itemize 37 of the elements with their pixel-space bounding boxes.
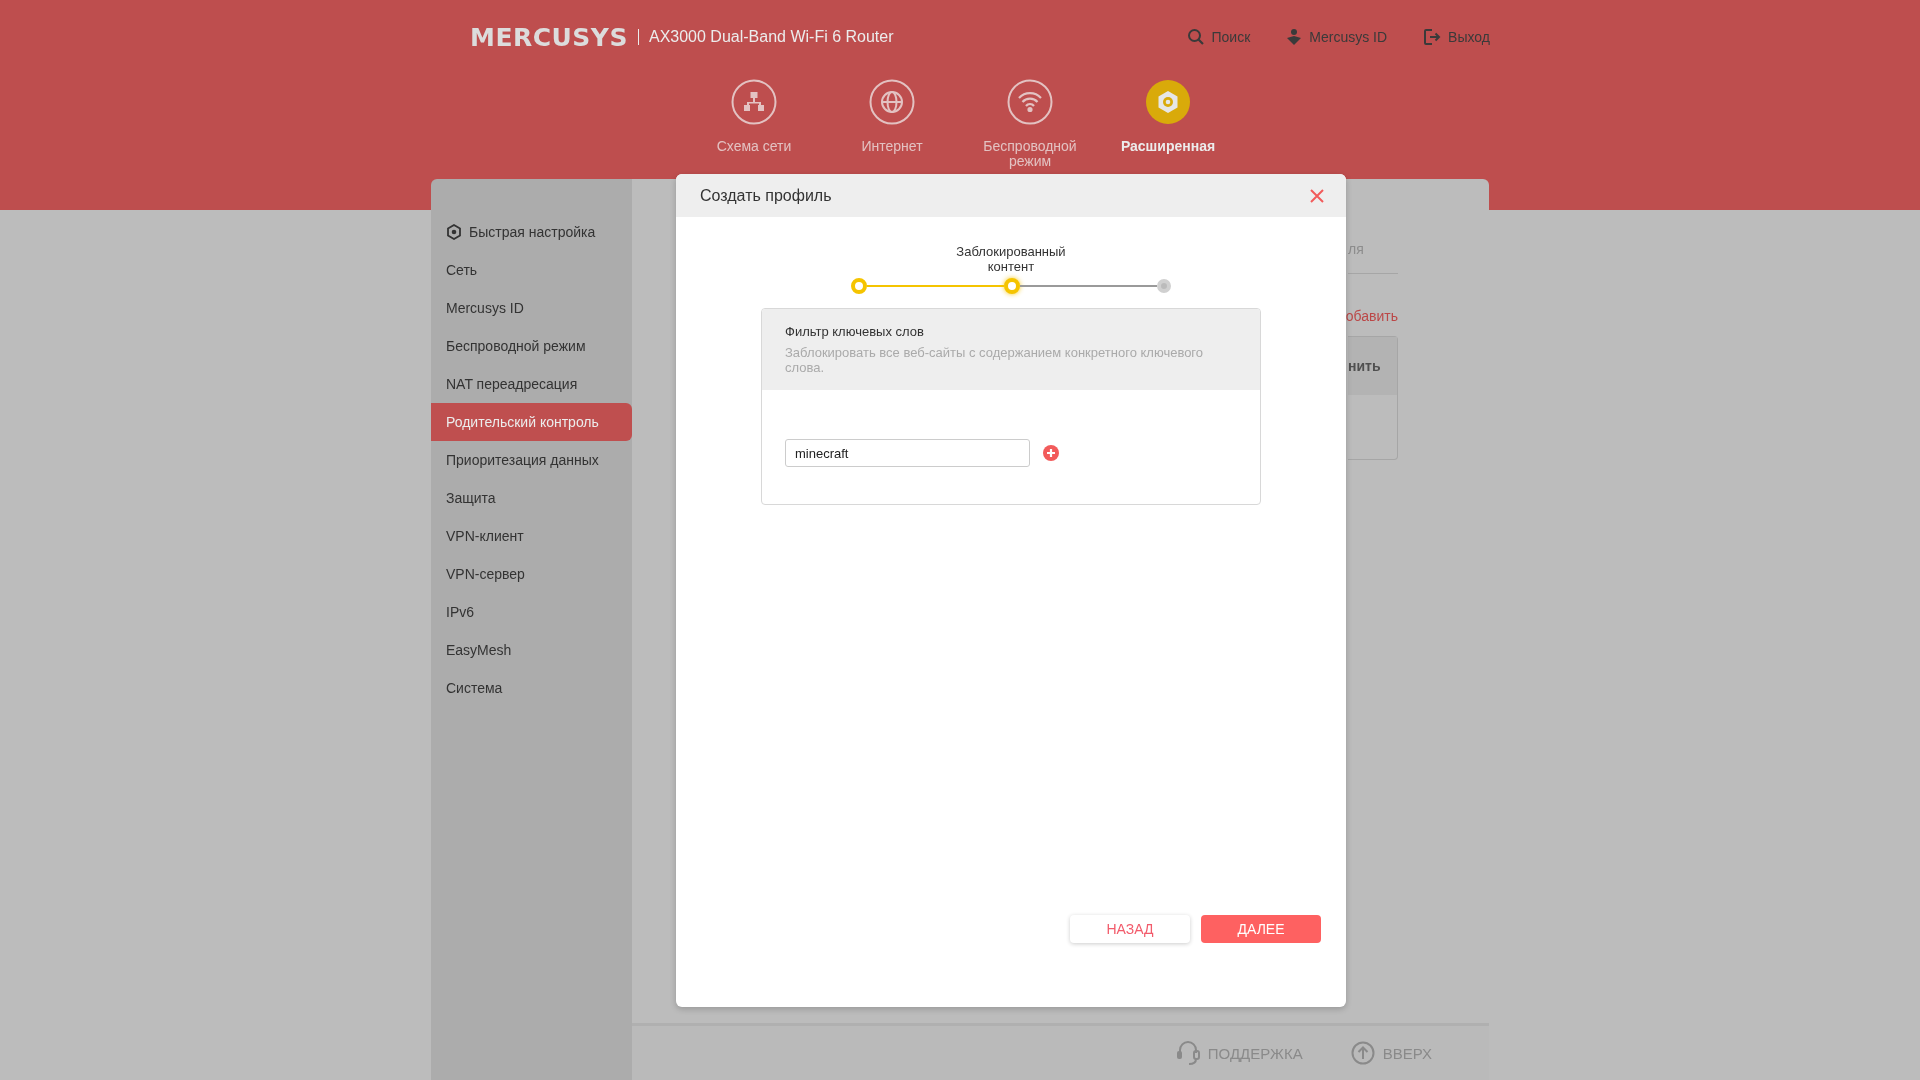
sidebar-item[interactable]: Быстрая настройка bbox=[431, 213, 632, 251]
gear-icon bbox=[1145, 79, 1191, 125]
sidebar-item[interactable]: NAT переадресация bbox=[431, 365, 632, 403]
dialog-button[interactable]: НАЗАД bbox=[1070, 915, 1190, 943]
sidebar-item[interactable]: VPN-сервер bbox=[431, 555, 632, 593]
sidebar-item[interactable]: Беспроводной режим bbox=[431, 327, 632, 365]
person-icon bbox=[1286, 28, 1303, 46]
sidebar-item[interactable]: Приоритезация данных bbox=[431, 441, 632, 479]
sidebar-item[interactable]: IPv6 bbox=[431, 593, 632, 631]
close-icon bbox=[1310, 188, 1324, 203]
section-description: Заблокировать все веб-сайты с содержанием конкретного ключевого слова. bbox=[785, 345, 1205, 375]
wifi-icon bbox=[1007, 79, 1053, 125]
network-icon bbox=[731, 79, 777, 125]
column-header: нить bbox=[1348, 358, 1381, 374]
nav-tab[interactable]: Беспроводной режим bbox=[961, 79, 1099, 210]
add-keyword-button[interactable] bbox=[1043, 445, 1059, 461]
logout-icon bbox=[1423, 28, 1442, 46]
search-icon bbox=[1186, 28, 1205, 46]
plus-icon bbox=[1043, 445, 1059, 461]
sidebar-item[interactable]: Mercusys ID bbox=[431, 289, 632, 327]
brand-logo: MERCUSYS bbox=[470, 22, 628, 52]
dialog-title: Создать профиль bbox=[700, 186, 832, 205]
sidebar-item[interactable]: Сеть bbox=[431, 251, 632, 289]
globe-icon bbox=[869, 79, 915, 125]
sidebar-item[interactable]: Родительский контроль bbox=[431, 403, 632, 441]
sidebar-item[interactable]: VPN-клиент bbox=[431, 517, 632, 555]
sidebar-item[interactable]: Система bbox=[431, 669, 632, 707]
headset-icon bbox=[1175, 1040, 1200, 1066]
dialog-button[interactable]: ДАЛЕЕ bbox=[1201, 915, 1321, 943]
sidebar-item[interactable]: Защита bbox=[431, 479, 632, 517]
step-label: Заблокированный контент bbox=[955, 244, 1067, 274]
gear-icon bbox=[446, 224, 462, 240]
router-model: AX3000 Dual-Band Wi-Fi 6 Router bbox=[637, 29, 894, 45]
keyword-input[interactable]: minecraft bbox=[785, 439, 1030, 467]
close-button[interactable] bbox=[1310, 188, 1324, 203]
sidebar-item[interactable]: EasyMesh bbox=[431, 631, 632, 669]
section-title: Фильтр ключевых слов bbox=[785, 324, 925, 339]
